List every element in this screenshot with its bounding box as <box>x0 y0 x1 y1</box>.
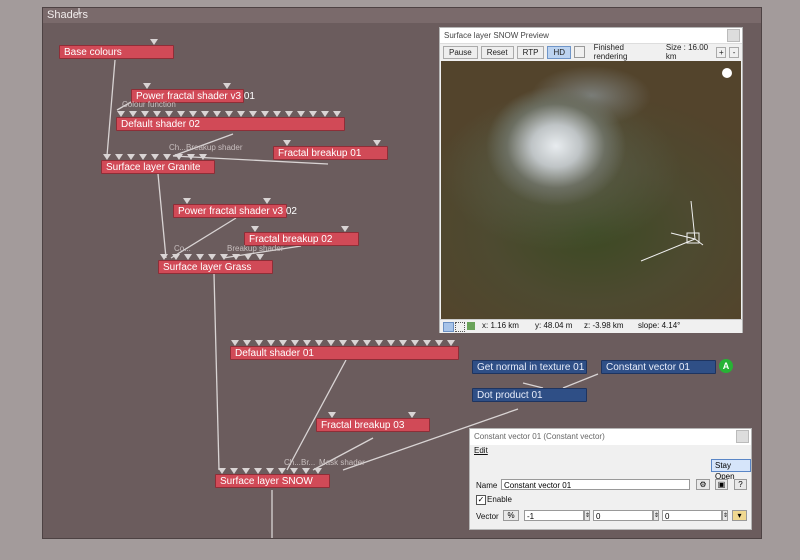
slope-readout: slope: 4.14° <box>638 321 681 330</box>
constant-vector-dialog[interactable]: Constant vector 01 (Constant vector) Edi… <box>469 428 752 530</box>
zoom-out-icon[interactable]: - <box>729 46 739 58</box>
panel-title: Shaders <box>43 8 761 23</box>
sun-icon[interactable] <box>722 68 732 78</box>
zoom-in-icon[interactable]: + <box>716 46 727 58</box>
port-label: Ch... <box>169 143 186 152</box>
node-default-shader-02[interactable]: Default shader 02 <box>116 117 345 131</box>
vector-mode-icon[interactable]: % <box>503 510 519 521</box>
port-label: Ch... <box>284 458 301 467</box>
close-icon[interactable] <box>727 29 740 42</box>
eye-icon[interactable] <box>443 322 454 332</box>
preview-toolbar: Pause Reset RTP HD Finished rendering Si… <box>440 43 742 61</box>
pin-icon[interactable] <box>574 46 585 58</box>
node-power-fractal-02[interactable]: Power fractal shader v3 02 <box>173 204 297 218</box>
port-label: Colour function <box>122 100 176 109</box>
node-fractal-breakup-01[interactable]: Fractal breakup 01 <box>273 146 388 160</box>
vector-x-field[interactable]: -1 <box>524 510 584 521</box>
port-label: Breakup shader <box>227 244 284 253</box>
node-surface-layer-granite[interactable]: Surface layer Granite <box>101 160 215 174</box>
port-label: Mask shader <box>319 458 365 467</box>
node-fractal-breakup-03[interactable]: Fractal breakup 03 <box>316 418 430 432</box>
dialog-title: Constant vector 01 (Constant vector) <box>474 432 605 441</box>
camera-gizmo[interactable] <box>640 200 704 262</box>
color-picker-icon[interactable]: ▾ <box>732 510 747 521</box>
node-base-colours[interactable]: Base colours <box>59 45 174 59</box>
status-badge: A <box>719 359 733 373</box>
y-coordinate: y: 48.04 m <box>535 321 573 330</box>
node-default-shader-01[interactable]: Default shader 01 <box>230 346 459 360</box>
close-icon[interactable] <box>736 430 749 443</box>
stay-open-button[interactable]: Stay Open <box>711 459 751 481</box>
node-dot-product[interactable]: Dot product 01 <box>472 388 587 402</box>
help-icon[interactable]: ? <box>734 479 747 490</box>
preview-title: Surface layer SNOW Preview <box>444 31 549 40</box>
enable-label: Enable <box>487 495 512 504</box>
port-label: Br... <box>301 458 316 467</box>
vector-z-field[interactable]: 0 <box>662 510 722 521</box>
reset-button[interactable]: Reset <box>480 45 514 59</box>
image-icon[interactable]: ▣ <box>715 479 728 490</box>
rtp-button[interactable]: RTP <box>516 45 545 59</box>
port-label: Co... <box>174 244 191 253</box>
name-label: Name <box>476 481 498 490</box>
name-field[interactable]: Constant vector 01 <box>501 479 690 490</box>
preview-window[interactable]: Surface layer SNOW Preview Pause Reset R… <box>439 27 743 333</box>
vector-y-field[interactable]: 0 <box>593 510 653 521</box>
terrain-icon[interactable] <box>467 322 475 330</box>
enable-checkbox[interactable]: ✓ <box>476 495 486 505</box>
pause-button[interactable]: Pause <box>443 45 478 59</box>
preview-statusbar: x: 1.16 km y: 48.04 m z: -3.98 km slope:… <box>440 319 742 333</box>
node-constant-vector[interactable]: Constant vector 01 <box>601 360 716 374</box>
size-readout: Size : 16.00 km <box>665 43 709 61</box>
node-surface-layer-grass[interactable]: Surface layer Grass <box>158 260 273 274</box>
node-get-normal[interactable]: Get normal in texture 01 <box>472 360 587 374</box>
x-coordinate: x: 1.16 km <box>482 321 519 330</box>
vector-label: Vector <box>476 512 499 521</box>
render-status: Finished rendering <box>593 43 628 61</box>
spinner-icon[interactable]: ⇕ <box>584 510 590 521</box>
z-coordinate: z: -3.98 km <box>584 321 624 330</box>
spinner-icon[interactable]: ⇕ <box>722 510 728 521</box>
menu-edit[interactable]: Edit <box>474 446 488 455</box>
port-label: Breakup shader <box>186 143 243 152</box>
gear-icon[interactable]: ⚙ <box>696 479 710 490</box>
spinner-icon[interactable]: ⇕ <box>653 510 659 521</box>
node-surface-layer-snow[interactable]: Surface layer SNOW <box>215 474 330 488</box>
hd-button[interactable]: HD <box>547 45 572 59</box>
focus-icon[interactable] <box>455 322 465 332</box>
render-preview-image[interactable] <box>441 61 741 319</box>
